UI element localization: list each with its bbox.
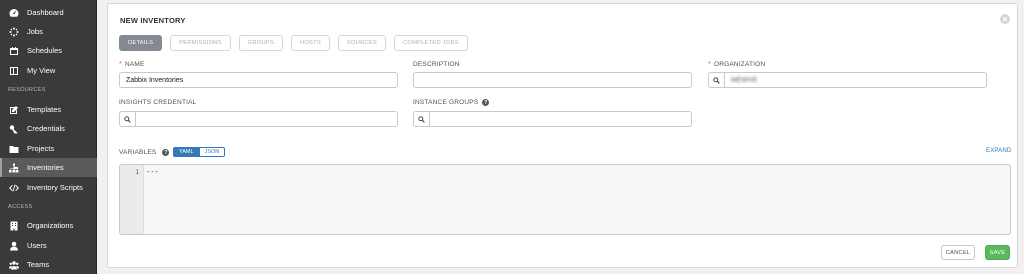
line-number: 1 — [135, 169, 139, 176]
variables-editor[interactable]: 1 --- — [119, 164, 1011, 235]
save-button[interactable]: SAVE — [985, 245, 1010, 260]
sitemap-icon — [8, 162, 19, 173]
expand-link[interactable]: EXPAND — [986, 148, 1011, 154]
help-icon[interactable]: ? — [162, 149, 170, 156]
instance-groups-lookup — [413, 111, 692, 127]
sidebar-item-jobs[interactable]: Jobs — [0, 22, 97, 41]
insights-search-button[interactable] — [120, 112, 136, 126]
editor-code[interactable]: --- — [146, 168, 159, 176]
editor-gutter: 1 — [120, 165, 144, 234]
key-icon — [8, 123, 19, 134]
sidebar-item-my-view[interactable]: My View — [0, 61, 97, 80]
organization-label: * ORGANIZATION — [708, 61, 766, 68]
help-icon[interactable]: ? — [482, 99, 490, 106]
insights-credential-label: INSIGHTS CREDENTIAL — [119, 99, 197, 106]
page-title: NEW INVENTORY — [120, 16, 186, 25]
sidebar-item-dashboard[interactable]: Dashboard — [0, 3, 97, 22]
cancel-button[interactable]: CANCEL — [941, 245, 975, 260]
sidebar: Dashboard Jobs Schedules My View RESOURC… — [0, 0, 97, 274]
yaml-toggle-button[interactable]: YAML — [173, 147, 200, 157]
user-icon — [8, 240, 19, 251]
required-asterisk: * — [119, 61, 122, 68]
users-icon — [8, 259, 19, 270]
close-icon — [1002, 16, 1008, 22]
tab-completed-jobs[interactable]: COMPLETED JOBS — [394, 35, 468, 51]
name-label: * NAME — [119, 61, 145, 68]
sidebar-item-organizations[interactable]: Organizations — [0, 216, 97, 235]
insights-credential-field[interactable] — [136, 112, 397, 126]
sidebar-item-label: My View — [27, 66, 56, 75]
calendar-icon — [8, 45, 19, 56]
sidebar-item-label: Users — [27, 241, 47, 250]
folder-icon — [8, 143, 19, 154]
instance-groups-field[interactable] — [430, 112, 691, 126]
sidebar-item-label: Jobs — [27, 27, 43, 36]
organization-lookup: MEWVE — [708, 72, 987, 88]
sidebar-item-templates[interactable]: Templates — [0, 100, 97, 119]
dashboard-icon — [8, 7, 19, 18]
tab-hosts[interactable]: HOSTS — [290, 35, 330, 51]
tab-permissions[interactable]: PERMISSIONS — [170, 35, 231, 51]
sidebar-item-label: Templates — [27, 105, 62, 114]
sidebar-item-label: Dashboard — [27, 8, 64, 17]
organization-field[interactable]: MEWVE — [725, 73, 986, 87]
tab-details[interactable]: DETAILS — [119, 35, 163, 51]
tab-sources[interactable]: SOURCES — [337, 35, 386, 51]
sidebar-item-label: Teams — [27, 260, 50, 269]
description-label: DESCRIPTION — [413, 61, 460, 68]
instance-groups-search-button[interactable] — [414, 112, 430, 126]
close-button[interactable] — [1000, 14, 1010, 24]
name-field[interactable]: Zabbix Inventories — [119, 72, 398, 88]
sidebar-item-schedules[interactable]: Schedules — [0, 41, 97, 60]
pencil-icon — [8, 104, 19, 115]
view-icon — [8, 65, 19, 76]
variables-format-toggle: YAML JSON — [173, 147, 226, 157]
code-icon — [8, 182, 19, 193]
sidebar-item-label: Inventories — [27, 163, 64, 172]
instance-groups-label: INSTANCE GROUPS? — [413, 99, 490, 106]
sidebar-item-label: Projects — [27, 144, 55, 153]
description-field[interactable] — [413, 72, 692, 88]
sidebar-item-projects[interactable]: Projects — [0, 139, 97, 158]
tab-bar: DETAILS PERMISSIONS GROUPS HOSTS SOURCES… — [119, 35, 476, 51]
json-toggle-button[interactable]: JSON — [199, 147, 226, 157]
sidebar-item-label: Schedules — [27, 46, 63, 55]
building-icon — [8, 220, 19, 231]
variables-label: VARIABLES? — [119, 149, 170, 156]
organization-search-button[interactable] — [709, 73, 725, 87]
jobs-icon — [8, 26, 19, 37]
sidebar-item-users[interactable]: Users — [0, 236, 97, 255]
section-heading-access: ACCESS — [8, 204, 33, 210]
sidebar-item-label: Credentials — [27, 124, 65, 133]
required-asterisk: * — [708, 61, 711, 68]
sidebar-item-label: Inventory Scripts — [27, 183, 83, 192]
sidebar-item-inventories[interactable]: Inventories — [0, 158, 97, 177]
search-icon — [124, 115, 131, 123]
search-icon — [418, 115, 425, 123]
sidebar-item-label: Organizations — [27, 221, 74, 230]
section-heading-resources: RESOURCES — [8, 87, 46, 93]
sidebar-item-inventory-scripts[interactable]: Inventory Scripts — [0, 178, 97, 197]
sidebar-item-credentials[interactable]: Credentials — [0, 119, 97, 138]
tab-groups[interactable]: GROUPS — [238, 35, 283, 51]
search-icon — [713, 76, 720, 84]
sidebar-item-teams[interactable]: Teams — [0, 255, 97, 274]
insights-credential-lookup — [119, 111, 398, 127]
